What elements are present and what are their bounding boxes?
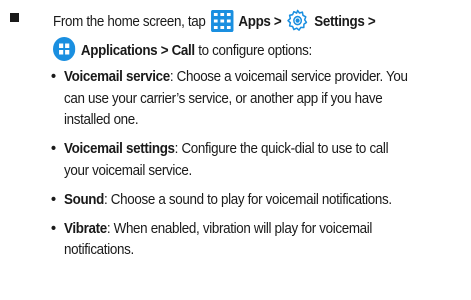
applications-icon (53, 37, 76, 61)
bullet-dot: • (51, 69, 56, 85)
instruction-line-1: From the home screen, tap Apps > Setting… (53, 8, 439, 37)
instruction-text: From the home screen, tap Apps > Setting… (53, 8, 439, 66)
item-desc-line: : When enabled, vibration will play for … (106, 220, 373, 237)
apps-grid-icon (210, 10, 234, 32)
item-desc-line: notifications. (64, 242, 134, 258)
document-page: From the home screen, tap Apps > Setting… (0, 0, 471, 300)
square-bullet (10, 13, 19, 22)
intro-suffix: to configure options: (198, 43, 312, 59)
list-item-sound: • Sound: Choose a sound to play for voic… (51, 190, 467, 212)
list-item-vibrate: • Vibrate: When enabled, vibration will … (51, 219, 467, 262)
item-desc-line: : Choose a sound to play for voicemail n… (104, 191, 392, 208)
bullet-dot: • (51, 191, 56, 208)
item-term: Vibrate (64, 220, 107, 237)
intro-prefix: From the home screen, tap (53, 14, 206, 30)
settings-gear-icon (287, 8, 309, 32)
bullet-dot: • (51, 141, 56, 157)
settings-label: Settings > (314, 14, 376, 30)
item-desc-line: : Choose a voicemail service provider. Y… (169, 69, 408, 85)
item-term: Voicemail settings (64, 141, 175, 157)
item-desc-line: your voicemail service. (64, 162, 192, 179)
item-desc-line: can use your carrier’s service, or anoth… (64, 90, 383, 107)
item-text: Sound: Choose a sound to play for voicem… (64, 190, 471, 212)
instruction-line-2: Applications > Call to configure options… (53, 37, 439, 66)
item-desc-line: : Configure the quick-dial to use to cal… (174, 141, 389, 157)
list-item-voicemail-service: • Voicemail service: Choose a voicemail … (51, 67, 467, 132)
item-text: Voicemail settings: Configure the quick-… (64, 139, 471, 182)
item-text: Vibrate: When enabled, vibration will pl… (64, 219, 471, 262)
item-desc-line: installed one. (64, 112, 139, 128)
item-text: Voicemail service: Choose a voicemail se… (64, 67, 471, 132)
list-item-voicemail-settings: • Voicemail settings: Configure the quic… (51, 139, 467, 182)
item-term: Voicemail service (64, 69, 170, 85)
applications-call-label: Applications > Call (80, 43, 195, 59)
apps-label: Apps > (238, 14, 282, 30)
bullet-dot: • (51, 220, 56, 237)
options-list: • Voicemail service: Choose a voicemail … (51, 67, 467, 269)
item-term: Sound (64, 191, 105, 208)
